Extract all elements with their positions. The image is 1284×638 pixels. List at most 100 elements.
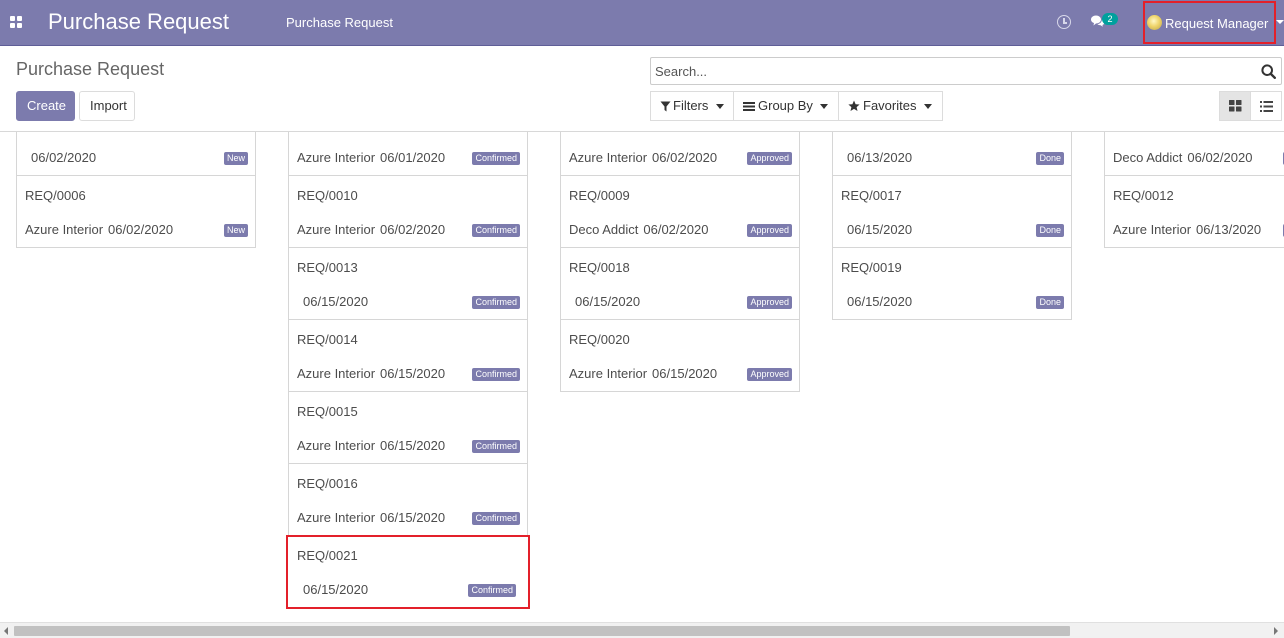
card-date: 06/02/2020 xyxy=(31,150,97,165)
filters-button[interactable]: Filters xyxy=(650,91,734,121)
card-date: 06/15/2020 xyxy=(303,582,369,597)
card-date: 06/15/2020 xyxy=(380,510,446,525)
card-date: 06/01/2020 xyxy=(380,150,446,165)
status-badge: Done xyxy=(1036,152,1064,165)
kanban-card[interactable]: 06/13/2020 Done xyxy=(832,132,1072,177)
group-by-caret-icon xyxy=(820,104,828,109)
card-reference: REQ/0012 xyxy=(1113,188,1174,203)
card-date: 06/13/2020 xyxy=(847,150,913,165)
kanban-card[interactable]: REQ/0016 Azure Interior 06/15/2020 Confir… xyxy=(288,463,528,536)
filter-funnel-icon xyxy=(660,101,671,112)
page-title: Purchase Request xyxy=(16,59,165,79)
card-partner: Azure Interior xyxy=(25,222,104,237)
kanban-card[interactable]: REQ/0019 06/15/2020 Done xyxy=(832,247,1072,320)
kanban-card[interactable]: Deco Addict 06/02/2020 xyxy=(1104,132,1284,177)
user-name: Request Manager xyxy=(1165,16,1269,31)
search-bar xyxy=(650,57,1282,85)
card-date: 06/15/2020 xyxy=(303,294,369,309)
menu-purchase-request[interactable]: Purchase Request xyxy=(286,15,393,30)
status-badge: Approved xyxy=(747,152,792,165)
kanban-card[interactable]: REQ/0015 Azure Interior 06/15/2020 Confir… xyxy=(288,391,528,464)
kanban-board: 06/02/2020 New REQ/0006 Azure Interior 06… xyxy=(0,132,1284,622)
card-date: 06/15/2020 xyxy=(380,366,446,381)
card-date: 06/02/2020 xyxy=(1187,150,1253,165)
card-reference: REQ/0018 xyxy=(569,260,630,275)
card-partner: Azure Interior xyxy=(569,150,648,165)
kanban-card[interactable]: REQ/0009 Deco Addict 06/02/2020 Approved xyxy=(560,175,800,248)
card-date: 06/15/2020 xyxy=(847,222,913,237)
kanban-card[interactable]: Azure Interior 06/01/2020 Confirmed xyxy=(288,132,528,177)
card-date: 06/15/2020 xyxy=(380,438,446,453)
list-view-button[interactable] xyxy=(1250,91,1282,121)
kanban-card[interactable]: REQ/0018 06/15/2020 Approved xyxy=(560,247,800,320)
list-lines-icon xyxy=(1260,101,1273,112)
card-date: 06/02/2020 xyxy=(643,222,709,237)
card-reference: REQ/0013 xyxy=(297,260,358,275)
kanban-card[interactable]: REQ/0017 06/15/2020 Done xyxy=(832,175,1072,248)
activity-clock-icon[interactable] xyxy=(1057,15,1071,29)
import-button[interactable]: Import xyxy=(79,91,135,121)
search-input[interactable] xyxy=(655,62,1245,80)
status-badge: Confirmed xyxy=(472,224,520,237)
card-partner: Deco Addict xyxy=(1113,150,1183,165)
card-partner: Azure Interior xyxy=(297,150,376,165)
kanban-card[interactable]: REQ/0006 Azure Interior 06/02/2020 New xyxy=(16,175,256,248)
status-badge: Approved xyxy=(747,368,792,381)
app-brand[interactable]: Purchase Request xyxy=(48,9,229,35)
status-badge: New xyxy=(223,224,248,237)
card-date: 06/02/2020 xyxy=(652,150,718,165)
user-menu[interactable]: Request Manager xyxy=(1143,1,1276,44)
user-menu-caret-icon[interactable] xyxy=(1276,20,1284,24)
card-partner: Azure Interior xyxy=(569,366,648,381)
card-reference: REQ/0021 xyxy=(297,548,358,563)
user-avatar xyxy=(1147,15,1162,30)
card-reference: REQ/0015 xyxy=(297,404,358,419)
create-button[interactable]: Create xyxy=(16,91,75,121)
card-reference: REQ/0020 xyxy=(569,332,630,347)
card-partner: Azure Interior xyxy=(297,366,376,381)
horizontal-scrollbar[interactable] xyxy=(0,622,1284,638)
status-badge: Confirmed xyxy=(472,440,520,453)
card-reference: REQ/0017 xyxy=(841,188,902,203)
messages-count-badge: 2 xyxy=(1102,13,1118,25)
search-icon[interactable] xyxy=(1261,64,1277,80)
card-reference: REQ/0009 xyxy=(569,188,630,203)
card-partner: Azure Interior xyxy=(1113,222,1192,237)
status-badge: Done xyxy=(1036,296,1064,309)
filters-caret-icon xyxy=(716,104,724,109)
kanban-card[interactable]: REQ/0020 Azure Interior 06/15/2020 Approv… xyxy=(560,319,800,392)
card-reference: REQ/0010 xyxy=(297,188,358,203)
scroll-right-arrow-icon[interactable] xyxy=(1274,627,1278,635)
status-badge: Confirmed xyxy=(472,296,520,309)
kanban-grid-icon xyxy=(1229,100,1242,112)
apps-menu-icon[interactable] xyxy=(10,16,23,29)
status-badge: Done xyxy=(1036,224,1064,237)
kanban-view-button[interactable] xyxy=(1219,91,1251,121)
kanban-card[interactable]: REQ/0014 Azure Interior 06/15/2020 Confir… xyxy=(288,319,528,392)
scroll-left-arrow-icon[interactable] xyxy=(4,627,8,635)
favorites-button[interactable]: Favorites xyxy=(838,91,943,121)
card-reference: REQ/0019 xyxy=(841,260,902,275)
card-partner: Deco Addict xyxy=(569,222,639,237)
kanban-card[interactable]: REQ/0013 06/15/2020 Confirmed xyxy=(288,247,528,320)
card-partner: Azure Interior xyxy=(297,438,376,453)
group-by-button[interactable]: Group By xyxy=(733,91,839,121)
kanban-card[interactable]: 06/02/2020 New xyxy=(16,132,256,177)
favorites-caret-icon xyxy=(924,104,932,109)
kanban-card[interactable]: REQ/0012 Azure Interior 06/13/2020 xyxy=(1104,175,1284,248)
card-date: 06/02/2020 xyxy=(108,222,174,237)
favorites-star-icon xyxy=(848,100,860,111)
status-badge: Confirmed xyxy=(472,368,520,381)
group-by-bars-icon xyxy=(743,102,755,111)
status-badge: Approved xyxy=(747,224,792,237)
kanban-card-highlighted[interactable]: REQ/0021 06/15/2020 Confirmed xyxy=(286,535,530,609)
kanban-card[interactable]: REQ/0010 Azure Interior 06/02/2020 Confir… xyxy=(288,175,528,248)
card-reference: REQ/0014 xyxy=(297,332,358,347)
favorites-label: Favorites xyxy=(863,98,917,113)
status-badge: New xyxy=(223,152,248,165)
status-badge: Approved xyxy=(747,296,792,309)
scrollbar-thumb[interactable] xyxy=(14,626,1070,636)
status-badge: Confirmed xyxy=(468,584,516,597)
kanban-card[interactable]: Azure Interior 06/02/2020 Approved xyxy=(560,132,800,177)
card-date: 06/15/2020 xyxy=(575,294,641,309)
